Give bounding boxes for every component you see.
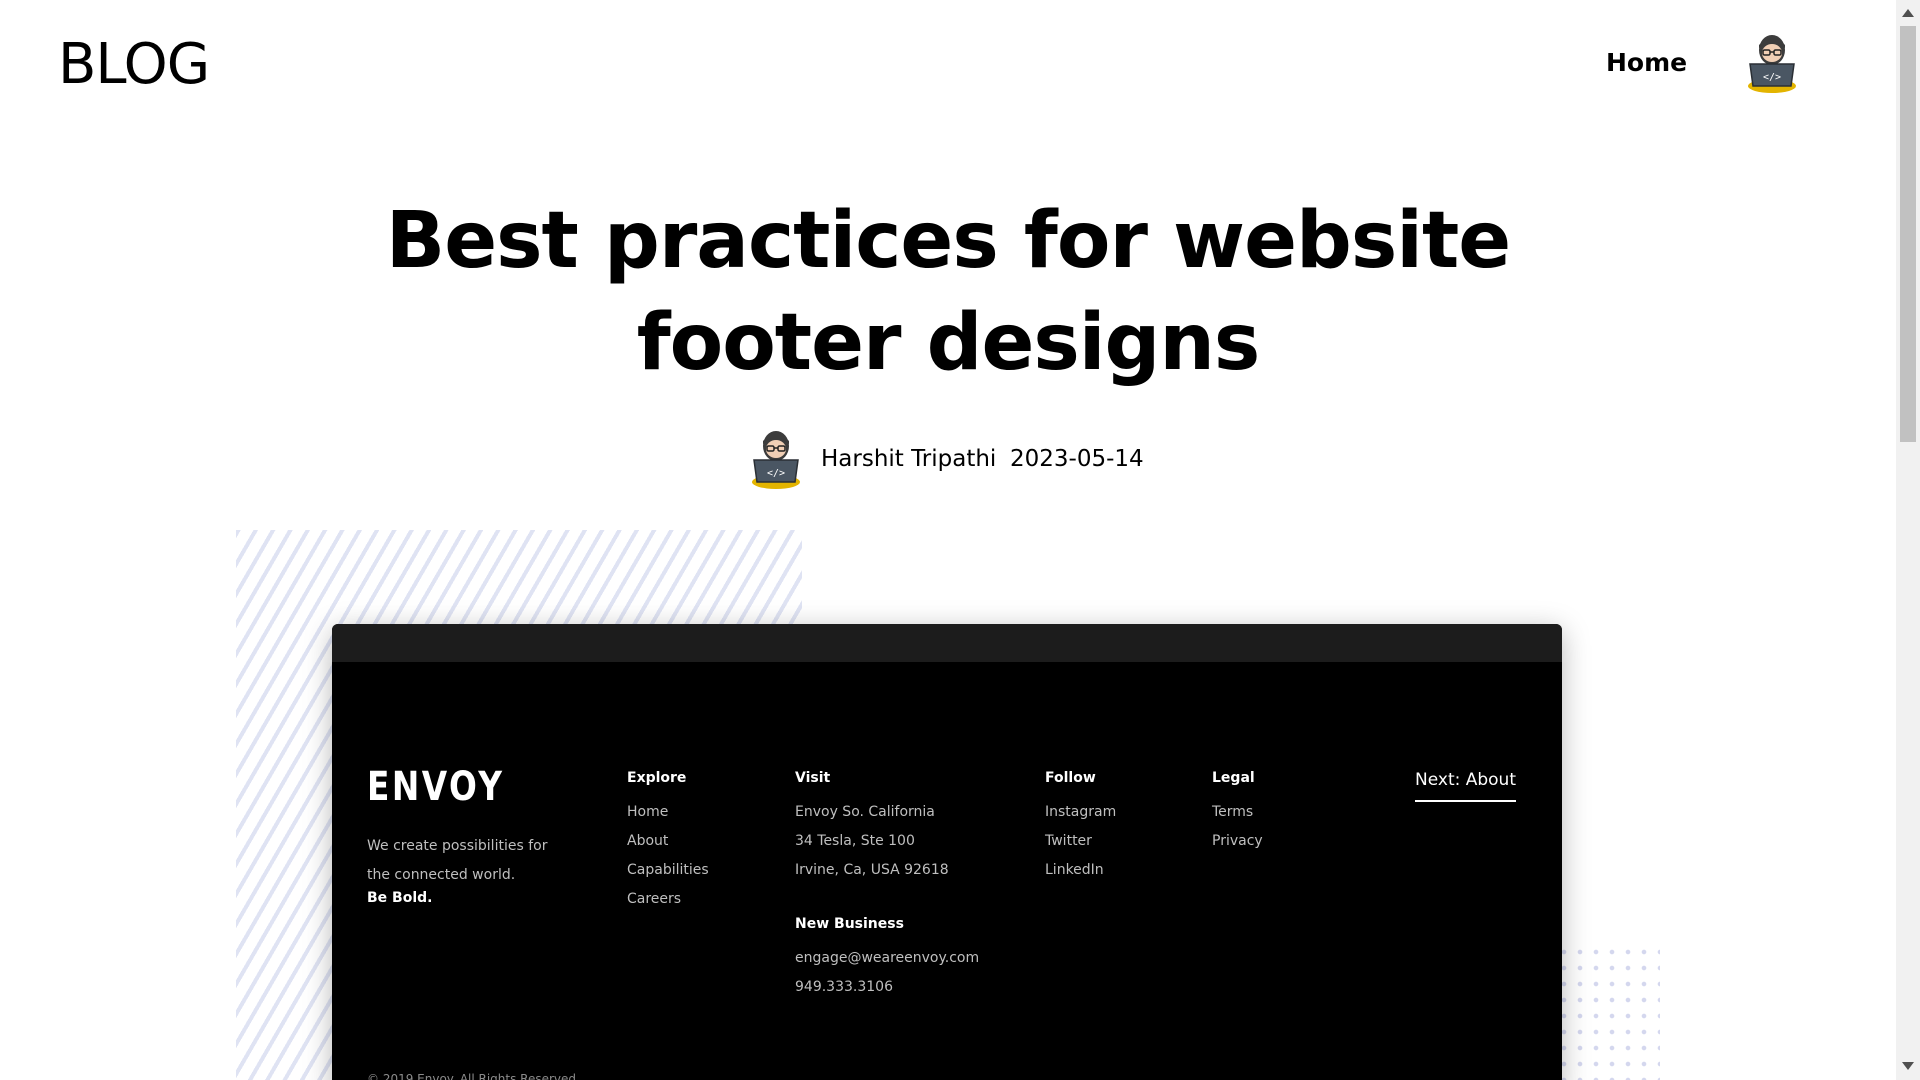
article-title: Best practices for website footer design… — [385, 196, 1511, 388]
follow-item: LinkedIn — [1045, 862, 1104, 878]
explore-heading: Explore — [627, 770, 687, 786]
svg-text:</>: </> — [1763, 72, 1781, 83]
hero-image: ENVOY We create possibilities for the co… — [236, 530, 1660, 1080]
new-business-item: 949.333.3106 — [795, 979, 893, 995]
author-name: Harshit Tripathi — [821, 446, 997, 472]
copyright-text: © 2019 Envoy. All Rights Reserved. — [367, 1072, 580, 1080]
envoy-tagline-bold: Be Bold. — [367, 890, 433, 906]
svg-text:</>: </> — [767, 468, 785, 479]
new-business-heading: New Business — [795, 916, 904, 932]
scroll-up-arrow-icon[interactable] — [1902, 9, 1914, 17]
new-business-item: engage@weareenvoy.com — [795, 950, 980, 966]
vertical-scrollbar[interactable] — [1896, 0, 1920, 1080]
legal-item: Terms — [1212, 804, 1254, 820]
explore-item: Capabilities — [627, 862, 709, 878]
scrollbar-thumb[interactable] — [1900, 26, 1916, 442]
author-avatar-icon: </> — [752, 431, 800, 489]
visit-item: Envoy So. California — [795, 804, 935, 820]
envoy-tagline: We create possibilities for the connecte… — [367, 838, 548, 883]
explore-item: Home — [627, 804, 669, 820]
visit-heading: Visit — [795, 770, 831, 786]
visit-item: Irvine, Ca, USA 92618 — [795, 862, 949, 878]
envoy-logo: ENVOY — [367, 764, 505, 810]
dot-pattern-decoration — [1556, 944, 1660, 1080]
scroll-down-arrow-icon[interactable] — [1902, 1062, 1914, 1070]
nav-home-link[interactable]: Home — [1606, 48, 1687, 77]
follow-item: Instagram — [1045, 804, 1117, 820]
legal-heading: Legal — [1212, 770, 1255, 786]
footer-screenshot: ENVOY We create possibilities for the co… — [332, 624, 1562, 1080]
follow-item: Twitter — [1045, 833, 1092, 849]
visit-item: 34 Tesla, Ste 100 — [795, 833, 915, 849]
next-about-link: Next: About — [1415, 770, 1516, 802]
explore-item: About — [627, 833, 669, 849]
site-title[interactable]: BLOG — [58, 32, 210, 97]
follow-heading: Follow — [1045, 770, 1096, 786]
page: BLOG Home </> Best practices for website… — [0, 0, 1896, 1080]
screenshot-top-bar — [332, 624, 1562, 662]
coder-avatar-icon[interactable]: </> — [1744, 28, 1800, 94]
publish-date: 2023-05-14 — [1010, 446, 1144, 472]
explore-item: Careers — [627, 891, 682, 907]
legal-item: Privacy — [1212, 833, 1263, 849]
